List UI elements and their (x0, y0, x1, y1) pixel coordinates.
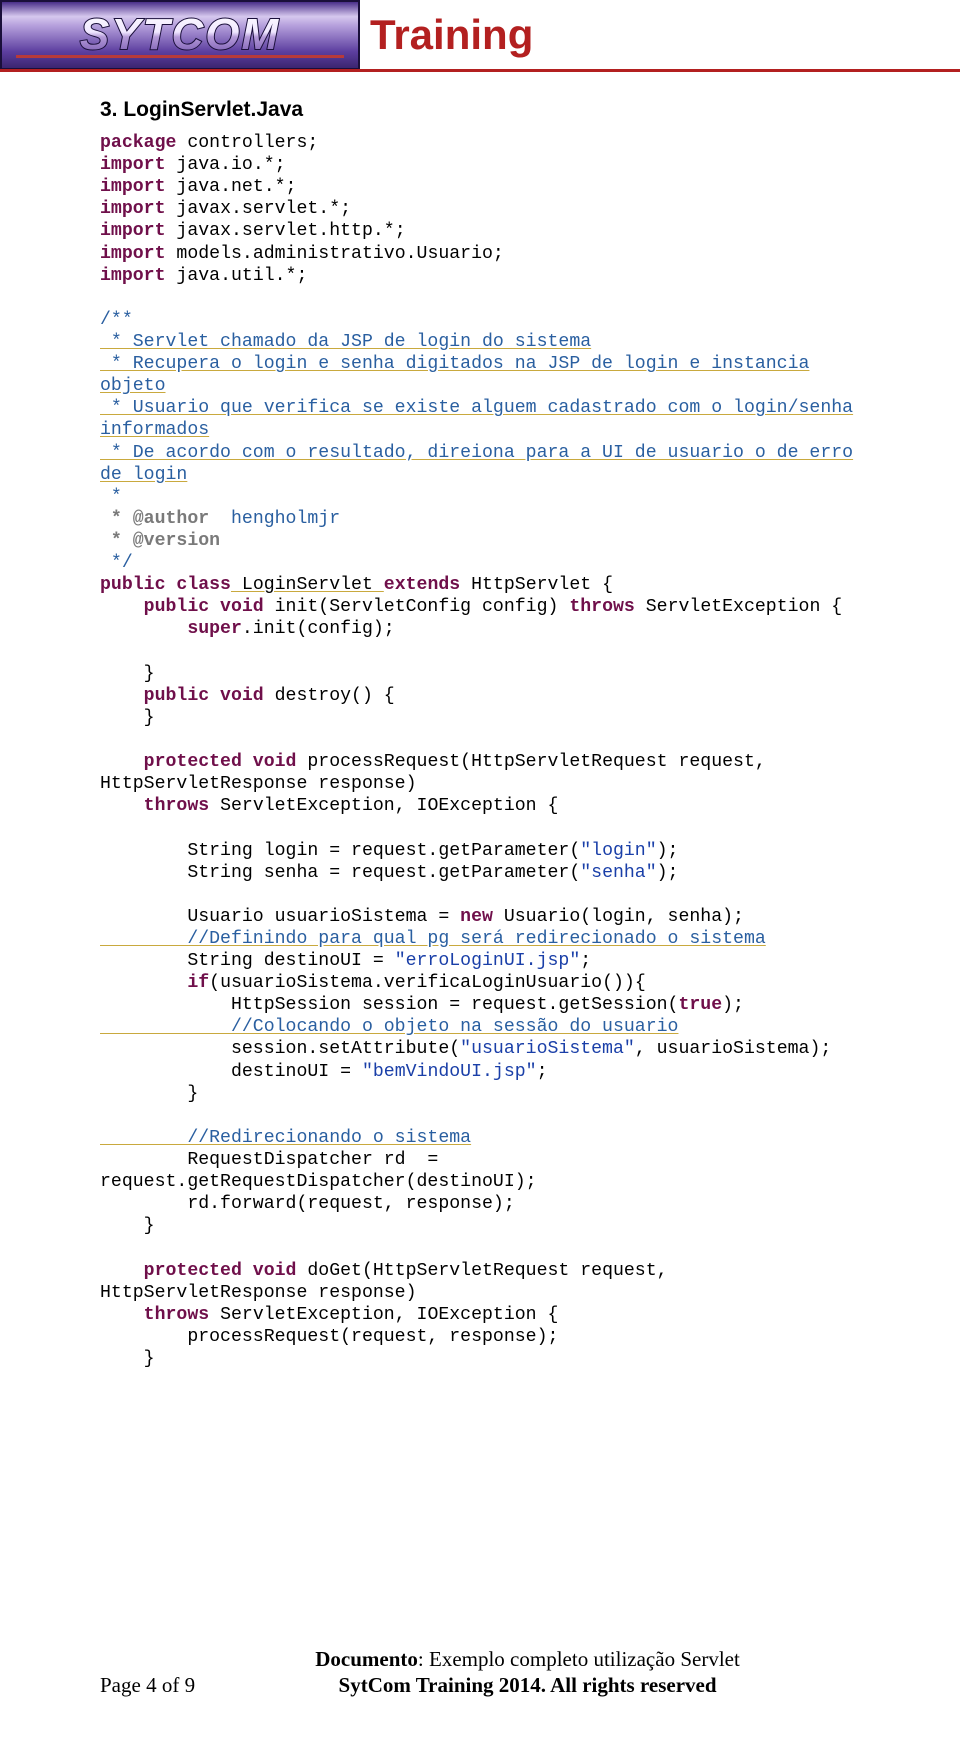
kw-import: import (100, 155, 166, 175)
t: request.getRequestDispatcher(destinoUI); (100, 1172, 537, 1192)
t: Usuario(login, senha); (493, 907, 744, 927)
t: controllers; (176, 133, 318, 153)
footer-center: Documento: Exemplo completo utilização S… (195, 1646, 860, 1699)
t: javax.servlet.*; (166, 199, 352, 219)
kw-import: import (100, 244, 166, 264)
comment: //Redirecionando o sistema (100, 1128, 471, 1148)
t: java.util.*; (166, 266, 308, 286)
javadoc: de login (100, 465, 187, 485)
section-heading: 3. LoginServlet.Java (100, 98, 860, 122)
javadoc: * Servlet chamado da JSP de login do sis… (100, 332, 591, 352)
t: session.setAttribute( (100, 1039, 460, 1059)
t: HttpServletResponse response) (100, 1283, 417, 1303)
logo-sytcom: SYTCOM (0, 0, 360, 70)
t: ServletException, IOException { (209, 1305, 558, 1325)
comment: //Definindo para qual pg será redirecion… (100, 929, 766, 949)
t: java.net.*; (166, 177, 297, 197)
t: HttpServletResponse response) (100, 774, 417, 794)
javadoc: objeto (100, 376, 166, 396)
t: destinoUI = (100, 1062, 362, 1082)
t: .init(config); (242, 619, 395, 639)
t: destroy() { (264, 686, 395, 706)
t: String senha = request.getParameter( (100, 863, 580, 883)
footer-copyright: SytCom Training 2014. All rights reserve… (195, 1672, 860, 1698)
logo-text: SYTCOM (80, 10, 280, 59)
t: String login = request.getParameter( (100, 841, 580, 861)
t: , usuarioSistema); (635, 1039, 831, 1059)
kw: public void (100, 597, 264, 617)
page-footer: Page 4 of 9 Documento: Exemplo completo … (100, 1646, 860, 1699)
javadoc: * Recupera o login e senha digitados na … (100, 354, 809, 374)
t: } (100, 1084, 198, 1104)
t: } (100, 1349, 155, 1369)
t: doGet(HttpServletRequest request, (296, 1261, 667, 1281)
t: javax.servlet.http.*; (166, 221, 406, 241)
logo-svg: SYTCOM (10, 7, 350, 63)
footer-doc-value: : Exemplo completo utilização Servlet (418, 1647, 740, 1671)
t: } (100, 708, 155, 728)
kw: protected void (100, 1261, 296, 1281)
t: String destinoUI = (100, 951, 395, 971)
t: ); (657, 841, 679, 861)
t: } (100, 664, 155, 684)
t: ServletException { (635, 597, 842, 617)
kw-import: import (100, 177, 166, 197)
t: processRequest(request, response); (100, 1327, 558, 1347)
str: "login" (580, 841, 656, 861)
page-number: Page 4 of 9 (100, 1673, 195, 1698)
kw-import: import (100, 221, 166, 241)
t: processRequest(HttpServletRequest reques… (296, 752, 765, 772)
t: Usuario usuarioSistema = (100, 907, 460, 927)
banner-underline (0, 69, 960, 72)
banner-title: Training (360, 0, 960, 70)
footer-doc-label: Documento (315, 1647, 418, 1671)
kw: super (100, 619, 242, 639)
kw-import: import (100, 266, 166, 286)
kw: protected void (100, 752, 296, 772)
t: HttpServlet { (460, 575, 613, 595)
t: } (100, 1216, 155, 1236)
kw: true (678, 995, 722, 1015)
code-block: package controllers; import java.io.*; i… (100, 132, 860, 1370)
t: RequestDispatcher rd = (100, 1150, 438, 1170)
str: "bemVindoUI.jsp" (362, 1062, 537, 1082)
kw: throws (569, 597, 635, 617)
t: ServletException, IOException { (209, 796, 558, 816)
javadoc: /** (100, 310, 133, 330)
t: ); (657, 863, 679, 883)
kw: throws (100, 796, 209, 816)
kw: public class (100, 575, 231, 595)
kw-package: package (100, 133, 176, 153)
javadoc-tag: * @author (100, 509, 209, 529)
javadoc: */ (100, 553, 133, 573)
comment: //Colocando o objeto na sessão do usuari… (100, 1017, 678, 1037)
t: HttpSession session = request.getSession… (100, 995, 678, 1015)
javadoc: * (100, 487, 122, 507)
footer-doc-line: Documento: Exemplo completo utilização S… (195, 1646, 860, 1672)
javadoc: informados (100, 420, 209, 440)
javadoc-tag: * @version (100, 531, 220, 551)
kw: if (100, 973, 209, 993)
t: init(ServletConfig config) (264, 597, 570, 617)
str: "erroLoginUI.jsp" (395, 951, 581, 971)
t: ; (537, 1062, 548, 1082)
t: ); (722, 995, 744, 1015)
t: models.administrativo.Usuario; (166, 244, 504, 264)
kw-import: import (100, 199, 166, 219)
kw: public void (100, 686, 264, 706)
javadoc: * De acordo com o resultado, direiona pa… (100, 443, 853, 463)
kw: throws (100, 1305, 209, 1325)
kw: new (460, 907, 493, 927)
t: ; (580, 951, 591, 971)
header-banner: SYTCOM Training (0, 0, 960, 70)
t: rd.forward(request, response); (100, 1194, 515, 1214)
kw: extends (384, 575, 460, 595)
javadoc: hengholmjr (209, 509, 340, 529)
t: java.io.*; (166, 155, 286, 175)
t: (usuarioSistema.verificaLoginUsuario()){ (209, 973, 646, 993)
t: LoginServlet (231, 575, 384, 595)
str: "usuarioSistema" (460, 1039, 635, 1059)
str: "senha" (580, 863, 656, 883)
javadoc: * Usuario que verifica se existe alguem … (100, 398, 853, 418)
